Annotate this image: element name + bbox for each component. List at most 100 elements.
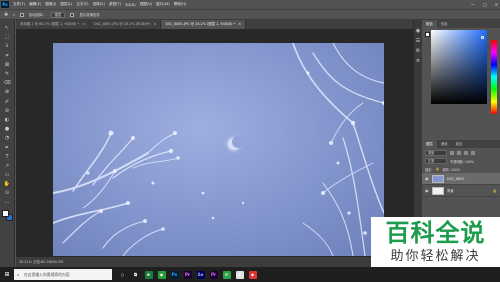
taskbar-app-icon[interactable]: ○ xyxy=(116,267,129,282)
maximize-icon[interactable]: □ xyxy=(483,2,487,7)
history-brush-tool-icon[interactable]: ⊘ xyxy=(3,107,12,115)
visibility-eye-icon[interactable]: ◉ xyxy=(425,188,429,193)
status-bar: 26.21% 文档:80.2M/80.2M xyxy=(16,257,413,267)
color-picker-marker[interactable] xyxy=(481,36,484,39)
menu-image[interactable]: 图像(I) xyxy=(43,2,58,7)
tab-close-icon[interactable]: × xyxy=(238,22,241,26)
layer-filter-dropdown[interactable]: 类型 xyxy=(425,149,447,156)
eyedropper-tool-icon[interactable]: ✎ xyxy=(3,70,12,78)
marquee-tool-icon[interactable]: ⬚ xyxy=(3,33,12,41)
menu-window[interactable]: 窗口(W) xyxy=(154,2,172,7)
color-panel-tabs: 颜色 色板 xyxy=(422,20,500,28)
taskbar-app-icon[interactable]: ◆ xyxy=(246,267,259,282)
fill-control[interactable]: 填充: 100% xyxy=(442,167,460,172)
start-button-icon[interactable]: ⊞ xyxy=(0,267,14,282)
menu-edit[interactable]: 编辑(E) xyxy=(27,2,43,7)
tab-layers[interactable]: 图层 xyxy=(422,140,437,148)
picker-foreground-swatch[interactable] xyxy=(425,32,430,37)
taskbar-app-icon[interactable]: ✉ xyxy=(220,267,233,282)
auto-select-label: 自动选择： xyxy=(28,13,46,17)
brush-tool-icon[interactable]: ⊕ xyxy=(3,88,12,96)
lock-icon[interactable]: 🔒 xyxy=(435,167,439,171)
watermark-subtitle: 助你轻松解决 xyxy=(390,249,481,264)
close-icon[interactable]: ✕ xyxy=(495,2,498,7)
healing-brush-tool-icon[interactable]: ⌫ xyxy=(3,79,12,87)
menu-layer[interactable]: 图层(L) xyxy=(58,2,74,7)
app-icon-glyph: ○ xyxy=(120,271,125,277)
path-select-tool-icon[interactable]: ↗ xyxy=(3,162,12,170)
opacity-control[interactable]: 不透明度: 100% xyxy=(450,159,474,164)
more-tools-icon[interactable]: ⋯ xyxy=(3,199,12,207)
taskbar-app-icon[interactable]: Ae xyxy=(194,267,207,282)
zoom-tool-icon[interactable]: ⊙ xyxy=(3,189,12,197)
taskbar-app-icon[interactable]: Pr xyxy=(207,267,220,282)
foreground-color-swatch[interactable] xyxy=(1,209,9,217)
photoshop-logo: Ps xyxy=(1,1,9,8)
hue-slider[interactable] xyxy=(491,40,497,114)
taskbar-app-icon[interactable]: Ps xyxy=(168,267,181,282)
move-tool-icon[interactable]: ↖ xyxy=(3,24,12,32)
layer-row-background[interactable]: ◉ 背景 🔒 xyxy=(422,185,500,197)
site-watermark: 百科全说 助你轻松解决 xyxy=(371,217,500,267)
tab-color[interactable]: 颜色 xyxy=(422,20,437,28)
menu-filter[interactable]: 滤镜(T) xyxy=(107,2,123,7)
taskbar-search-box[interactable]: ⌕ 在这里输入你要搜索的内容 xyxy=(14,269,112,280)
app-icon-glyph: ◆ xyxy=(248,270,257,279)
blend-mode-dropdown[interactable]: 正常 xyxy=(425,158,447,164)
history-panel-icon[interactable]: ◉ xyxy=(415,28,421,34)
clone-stamp-tool-icon[interactable]: ✐ xyxy=(3,98,12,106)
properties-panel-icon[interactable]: ☰ xyxy=(415,38,421,44)
menu-type[interactable]: 文字(Y) xyxy=(74,2,90,7)
taskbar-app-icon[interactable]: ◈ xyxy=(233,267,246,282)
taskbar-app-icon[interactable]: Pr xyxy=(181,267,194,282)
taskbar-app-icon[interactable]: ◉ xyxy=(155,267,168,282)
paragraph-panel-icon[interactable]: ≡ xyxy=(415,58,421,64)
lasso-tool-icon[interactable]: ʖ xyxy=(3,42,12,50)
adjustments-panel-icon[interactable]: ⚙ xyxy=(415,48,421,54)
document-tab-active[interactable]: DSC_6891.JPG @ 26.2% (图层 1, RGB/8) * × xyxy=(161,20,247,29)
layer-row-active[interactable]: ◉ DSC_6891 xyxy=(422,173,500,185)
tab-swatches[interactable]: 色板 xyxy=(437,20,452,28)
gradient-tool-icon[interactable]: ● xyxy=(3,125,12,133)
taskbar-app-icon[interactable]: ⧉ xyxy=(129,267,142,282)
app-icon-glyph: ◈ xyxy=(235,270,244,279)
auto-select-checkbox[interactable] xyxy=(19,12,24,17)
menu-3d[interactable]: 3D(D) xyxy=(123,3,138,7)
app-icon-glyph: Ae xyxy=(196,270,205,279)
eraser-tool-icon[interactable]: ◐ xyxy=(3,116,12,124)
type-tool-icon[interactable]: T xyxy=(3,153,12,161)
show-transform-checkbox[interactable] xyxy=(70,12,75,17)
image-canvas[interactable] xyxy=(53,43,384,256)
tab-paths[interactable]: 路径 xyxy=(452,140,467,148)
menu-select[interactable]: 选择(S) xyxy=(91,2,107,7)
tab-close-icon[interactable]: × xyxy=(154,22,157,26)
saturation-value-field[interactable] xyxy=(431,30,487,104)
menu-file[interactable]: 文件(F) xyxy=(11,2,27,7)
document-tab[interactable]: DSC_6891.JPG @ 26.2% (RGB/8*) × xyxy=(90,20,162,29)
search-icon: ⌕ xyxy=(17,272,20,277)
options-bar: ✥ ▾ 自动选择： 图层 显示变换控件 xyxy=(0,9,500,20)
filter-shape-icon[interactable] xyxy=(471,150,475,155)
quick-select-tool-icon[interactable]: ⌗ xyxy=(3,52,12,60)
minimize-icon[interactable]: — xyxy=(471,2,475,7)
filter-adjustment-icon[interactable] xyxy=(457,150,461,155)
color-swatches[interactable] xyxy=(1,209,13,221)
rectangle-tool-icon[interactable]: ▭ xyxy=(3,171,12,179)
tool-preset-chevron-icon[interactable]: ▾ xyxy=(13,13,15,17)
tab-channels[interactable]: 通道 xyxy=(437,140,452,148)
visibility-eye-icon[interactable]: ◉ xyxy=(425,176,429,181)
document-tab[interactable]: 未标题-1 @ 66.7% (图层 1, RGB/8) * × xyxy=(16,20,90,29)
tab-close-icon[interactable]: × xyxy=(82,22,85,26)
blur-tool-icon[interactable]: ◔ xyxy=(3,134,12,142)
crop-tool-icon[interactable]: ⊠ xyxy=(3,61,12,69)
menu-help[interactable]: 帮助(H) xyxy=(172,2,189,7)
filter-type-icon[interactable] xyxy=(464,150,468,155)
menu-bar: Ps 文件(F) 编辑(E) 图像(I) 图层(L) 文字(Y) 选择(S) 滤… xyxy=(0,0,500,9)
menu-view[interactable]: 视图(V) xyxy=(138,2,154,7)
auto-select-target-dropdown[interactable]: 图层 xyxy=(50,11,66,18)
pen-tool-icon[interactable]: ✒ xyxy=(3,143,12,151)
taskbar-app-icon[interactable]: e xyxy=(142,267,155,282)
filter-pixel-icon[interactable] xyxy=(450,150,454,155)
move-tool-icon[interactable]: ✥ xyxy=(4,12,8,18)
hand-tool-icon[interactable]: ✋ xyxy=(3,180,12,188)
